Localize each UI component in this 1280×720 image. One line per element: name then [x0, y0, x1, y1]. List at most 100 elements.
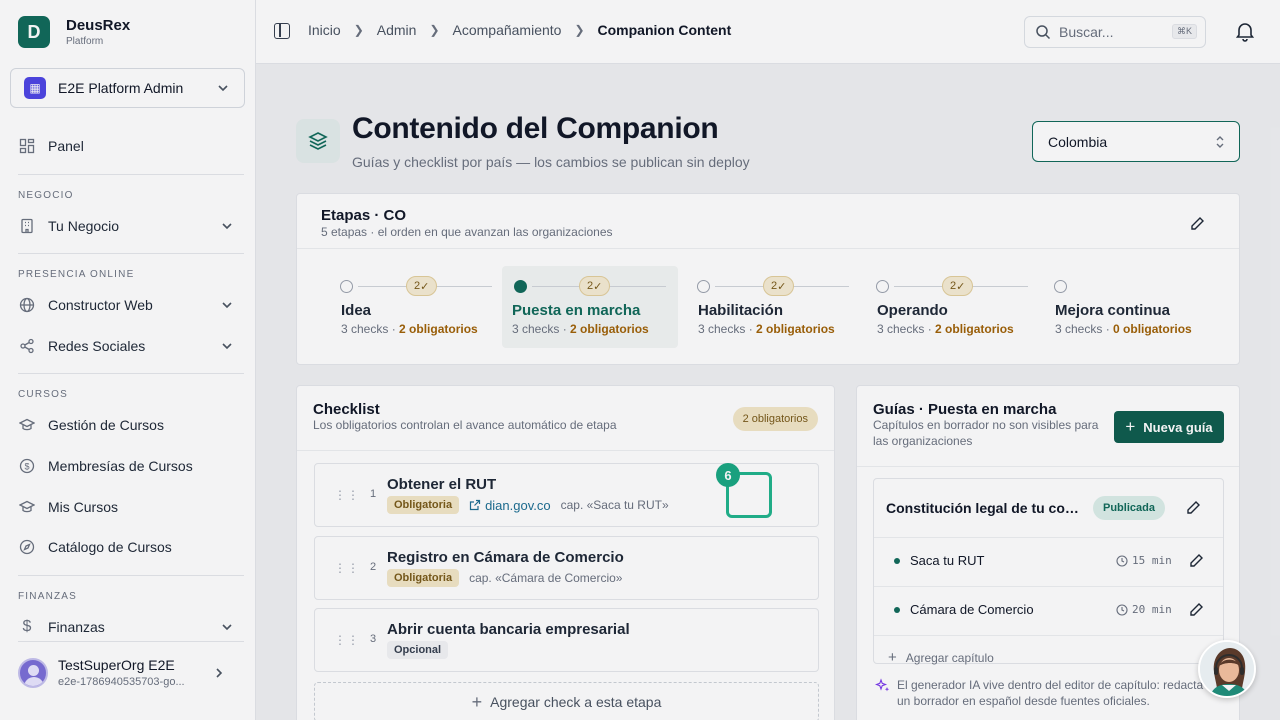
status-badge: Publicada: [1093, 496, 1165, 520]
guide-item[interactable]: Constitución legal de tu cons... Publica…: [873, 478, 1224, 666]
breadcrumb-item[interactable]: Admin: [377, 22, 417, 38]
assistant-avatar[interactable]: [1198, 640, 1256, 698]
stage-dot: [876, 280, 889, 293]
stage-meta: 3 checks · 2 obligatorios: [341, 322, 478, 336]
compass-icon: [18, 538, 36, 556]
dollar-circle-icon: $: [18, 457, 36, 475]
search-input[interactable]: Buscar... ⌘K: [1024, 16, 1206, 48]
sidebar-item-label: Panel: [48, 138, 84, 154]
chevron-down-icon: [218, 85, 228, 92]
sidebar-item-mis-cursos[interactable]: Mis Cursos: [18, 493, 236, 521]
new-guide-label: Nueva guía: [1143, 419, 1213, 435]
chapter-ref: cap. «Cámara de Comercio»: [469, 571, 623, 585]
sidebar-item-constructor-web[interactable]: Constructor Web: [18, 291, 236, 319]
brand-subtitle: Platform: [66, 35, 104, 47]
drag-handle-icon[interactable]: ⋮⋮: [334, 561, 360, 575]
clock-icon: [1116, 603, 1128, 616]
ai-note: El generador IA vive dentro del editor d…: [875, 677, 1225, 709]
user-menu[interactable]: TestSuperOrg E2E e2e-1786940535703-go...: [18, 646, 244, 700]
svg-text:$: $: [24, 462, 29, 472]
item-number: 2: [370, 561, 377, 573]
ai-note-line2: un borrador en español desde fuentes ofi…: [897, 694, 1150, 708]
required-count-badge: 2 obligatorios: [732, 407, 818, 431]
page-title: Contenido del Companion: [352, 112, 719, 145]
checklist-card: Checklist Los obligatorios controlan el …: [296, 385, 835, 720]
add-check-button[interactable]: + Agregar check a esta etapa: [314, 682, 819, 720]
bell-icon[interactable]: [1234, 20, 1256, 42]
pencil-icon[interactable]: [1188, 602, 1204, 618]
stages-card: Etapas · CO 5 etapas · el orden en que a…: [296, 193, 1240, 365]
divider: [18, 174, 244, 175]
pencil-icon[interactable]: [1189, 216, 1205, 232]
pencil-icon[interactable]: [1188, 553, 1204, 569]
building-icon: [18, 217, 36, 235]
stage-name: Habilitación: [698, 302, 784, 319]
check-icon: ✓: [956, 280, 966, 293]
stage-name: Idea: [341, 302, 372, 319]
sidebar-item-tu-negocio[interactable]: Tu Negocio: [18, 212, 236, 240]
stage-puesta-en-marcha[interactable]: 2 ✓ Puesta en marcha 3 checks · 2 obligat…: [502, 266, 678, 348]
pencil-icon[interactable]: [1185, 500, 1201, 516]
checklist-item[interactable]: ⋮⋮ 3 Abrir cuenta bancaria empresarial O…: [314, 608, 819, 672]
stage-required: 2 obligatorios: [399, 322, 478, 336]
chapter-row[interactable]: Cámara de Comercio 20 min: [874, 586, 1223, 634]
new-guide-button[interactable]: + Nueva guía: [1114, 411, 1224, 443]
source-link[interactable]: dian.gov.co: [469, 498, 551, 513]
stage-meta: 3 checks · 0 obligatorios: [1055, 322, 1192, 336]
breadcrumb-current: Companion Content: [597, 22, 732, 38]
plus-icon: +: [471, 691, 483, 712]
stage-required: 0 obligatorios: [1113, 322, 1192, 336]
sidebar-item-panel[interactable]: Panel: [18, 132, 236, 160]
drag-handle-icon[interactable]: ⋮⋮: [334, 488, 360, 502]
stage-checks: 3 checks: [877, 322, 925, 336]
avatar: [18, 658, 48, 688]
sidebar-item-gestion-cursos[interactable]: Gestión de Cursos: [18, 411, 236, 439]
guides-card: Guías · Puesta en marcha Capítulos en bo…: [856, 385, 1240, 720]
chevron-right-icon: ❯: [574, 23, 585, 37]
check-icon: ✓: [420, 280, 430, 293]
country-select[interactable]: Colombia: [1032, 121, 1240, 162]
chapter-row[interactable]: Saca tu RUT 15 min: [874, 537, 1223, 585]
stage-name: Operando: [877, 302, 948, 319]
duration-text: 15 min: [1132, 554, 1172, 567]
stage-idea[interactable]: 2 ✓ Idea 3 checks · 2 obligatorios: [304, 266, 492, 348]
stage-checks: 3 checks: [698, 322, 746, 336]
chevron-down-icon: [222, 343, 232, 350]
drag-handle-icon[interactable]: ⋮⋮: [334, 633, 360, 647]
guides-subtitle-2: las organizaciones: [873, 434, 973, 448]
add-chapter-button[interactable]: + Agregar capítulo: [888, 649, 994, 666]
section-title: NEGOCIO: [18, 190, 74, 201]
breadcrumb-item[interactable]: Acompañamiento: [453, 22, 562, 38]
divider: [18, 373, 244, 374]
stage-required: 2 obligatorios: [756, 322, 835, 336]
chapter-name: Saca tu RUT: [910, 553, 985, 568]
stage-operando[interactable]: 2 ✓ Operando 3 checks · 2 obligatorios: [840, 266, 1028, 348]
sidebar-item-finanzas[interactable]: $ Finanzas: [18, 613, 236, 641]
sidebar-item-catalogo[interactable]: Catálogo de Cursos: [18, 533, 236, 561]
org-switcher[interactable]: ▦ E2E Platform Admin: [10, 68, 245, 108]
status-dot: [894, 607, 900, 613]
share-icon: [18, 337, 36, 355]
stage-habilitacion[interactable]: 2 ✓ Habilitación 3 checks · 2 obligatorio…: [661, 266, 849, 348]
sidebar-item-label: Tu Negocio: [48, 218, 120, 234]
stage-mejora-continua[interactable]: Mejora continua 3 checks · 0 obligatorio…: [1018, 266, 1194, 348]
plus-icon: +: [888, 649, 897, 666]
checklist-title: Checklist: [313, 401, 380, 418]
sidebar-item-membresias[interactable]: $ Membresías de Cursos: [18, 452, 236, 480]
sidebar-toggle-icon[interactable]: [274, 23, 290, 39]
checklist-subtitle: Los obligatorios controlan el avance aut…: [313, 418, 617, 432]
brand[interactable]: D DeusRex Platform: [18, 16, 130, 48]
sidebar-item-redes-sociales[interactable]: Redes Sociales: [18, 332, 236, 360]
dollar-icon: $: [22, 618, 32, 635]
stage-meta: 3 checks · 2 obligatorios: [698, 322, 835, 336]
chevron-right-icon: ❯: [353, 23, 364, 37]
stage-checks: 3 checks: [512, 322, 560, 336]
chapter-name: Cámara de Comercio: [910, 602, 1034, 617]
divider: [18, 253, 244, 254]
clock-icon: [1116, 554, 1128, 567]
assistant-avatar-icon: [1200, 642, 1254, 696]
breadcrumb-item[interactable]: Inicio: [308, 22, 341, 38]
chevron-down-icon: [222, 302, 232, 309]
checklist-item[interactable]: ⋮⋮ 2 Registro en Cámara de Comercio Obli…: [314, 536, 819, 600]
ai-note-line1: El generador IA vive dentro del editor d…: [897, 678, 1204, 692]
